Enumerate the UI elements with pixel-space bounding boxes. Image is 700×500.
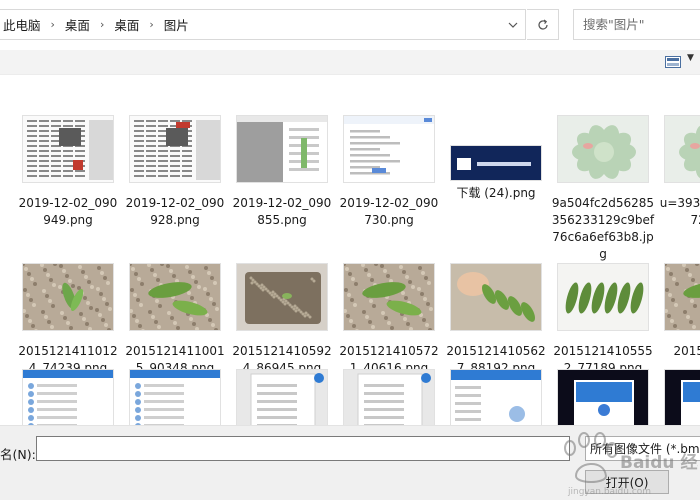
breadcrumb-this-pc[interactable]: 此电脑 — [0, 15, 44, 34]
filename-label: 名(N): — [0, 447, 36, 462]
file-thumbnail — [557, 369, 649, 425]
file-thumbnail — [22, 369, 114, 425]
file-thumbnail — [664, 115, 700, 183]
file-list[interactable]: 2019-12-02_090949.png 2019-12-02_090928.p… — [0, 75, 700, 425]
open-button[interactable]: 打开(O) — [585, 470, 669, 494]
chevron-down-icon — [508, 22, 518, 28]
breadcrumb-desktop[interactable]: 桌面 — [62, 15, 93, 34]
address-bar[interactable]: 此电脑 › 桌面 › 桌面 › 图片 — [0, 9, 526, 40]
file-thumbnail — [236, 369, 328, 425]
file-open-dialog: 此电脑 › 桌面 › 桌面 › 图片 ▼ 2019-12- — [0, 0, 700, 500]
filename-input[interactable] — [36, 436, 570, 461]
file-name-label: 2019-12-02_090949.png — [18, 196, 118, 227]
file-name-label: 2019-12-02_090730.png — [339, 196, 439, 227]
file-thumbnail — [343, 115, 435, 183]
file-thumbnail — [129, 115, 221, 183]
filetype-select[interactable]: 所有图像文件 (*.bmp — [585, 436, 700, 461]
bottom-panel: 名(N): 所有图像文件 (*.bmp 打开(O) — [0, 425, 700, 500]
file-thumbnail — [129, 369, 221, 425]
breadcrumb-separator-icon[interactable]: › — [142, 18, 160, 31]
file-thumbnail — [664, 263, 700, 331]
address-row: 此电脑 › 桌面 › 桌面 › 图片 — [0, 0, 700, 50]
refresh-icon — [537, 19, 548, 30]
breadcrumb-pictures[interactable]: 图片 — [161, 15, 192, 34]
file-name-label: 2019-12-02_090928.png — [125, 196, 225, 227]
file-thumbnail — [236, 263, 328, 331]
file-name-label: 20151_7_86 — [673, 344, 700, 358]
file-thumbnail — [450, 369, 542, 425]
file-name-label: u=3937947m=172&f= — [659, 196, 700, 227]
search-box[interactable] — [573, 9, 700, 40]
file-name-label: 2019-12-02_090855.png — [232, 196, 332, 227]
file-thumbnail — [343, 369, 435, 425]
file-name-label: 9a504fc2d56285356233129c9bef76c6a6ef63b8… — [551, 196, 655, 261]
file-thumbnail — [22, 115, 114, 183]
file-thumbnail — [557, 263, 649, 331]
file-thumbnail — [450, 263, 542, 331]
file-thumbnail — [129, 263, 221, 331]
file-name-label: 下载 (24).png — [456, 186, 536, 200]
address-history-dropdown[interactable] — [501, 10, 525, 39]
search-input[interactable] — [583, 17, 700, 32]
file-thumbnail — [664, 369, 700, 425]
breadcrumb-separator-icon[interactable]: › — [44, 18, 62, 31]
file-thumbnail — [343, 263, 435, 331]
refresh-button[interactable] — [527, 9, 559, 40]
view-options-icon[interactable] — [665, 56, 681, 68]
file-thumbnail — [22, 263, 114, 331]
command-bar: ▼ — [0, 50, 700, 75]
breadcrumb-separator-icon[interactable]: › — [93, 18, 111, 31]
file-thumbnail — [236, 115, 328, 183]
file-thumbnail — [450, 145, 542, 181]
filetype-selected-value: 所有图像文件 (*.bmp — [590, 442, 700, 456]
file-thumbnail — [557, 115, 649, 183]
breadcrumb-desktop-sub[interactable]: 桌面 — [111, 15, 142, 34]
chevron-down-icon[interactable]: ▼ — [687, 53, 694, 63]
